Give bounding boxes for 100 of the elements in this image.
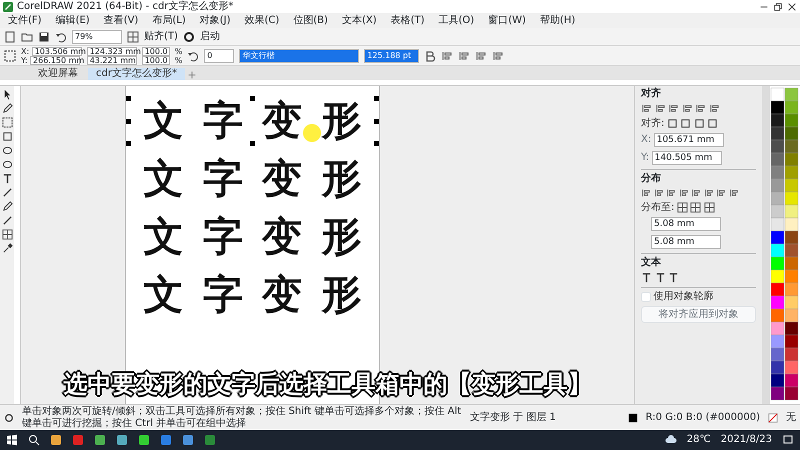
no-outline-icon: [768, 412, 778, 422]
menu-item[interactable]: 工具(O): [438, 16, 474, 26]
checkbox-label: 使用对象轮廓: [654, 292, 714, 302]
distribute-icon[interactable]: [654, 188, 664, 198]
taskbar-app-icon[interactable]: [138, 434, 150, 446]
align-icon[interactable]: [641, 103, 652, 114]
align-icon[interactable]: [458, 50, 470, 62]
align-icon[interactable]: [682, 103, 692, 114]
start-icon[interactable]: [6, 434, 18, 446]
align-icon[interactable]: [441, 50, 454, 62]
position-field[interactable]: 140.505 mm: [652, 151, 722, 165]
ellipse-icon[interactable]: [2, 159, 12, 170]
notification-icon[interactable]: [782, 434, 794, 446]
distribute-icon[interactable]: [691, 188, 701, 198]
text-tool-icon[interactable]: [2, 173, 12, 184]
line-icon[interactable]: [2, 187, 12, 198]
spacing-icon[interactable]: [690, 202, 702, 213]
menu-item[interactable]: 文本(X): [342, 16, 377, 26]
selection-handle[interactable]: [374, 118, 379, 124]
menu-item[interactable]: 布局(L): [152, 16, 186, 26]
document-tab[interactable]: cdr文字怎么变形*: [88, 68, 185, 80]
unit-label: %: [174, 46, 182, 56]
brush-character: 文: [144, 96, 184, 146]
grid-icon[interactable]: [2, 229, 12, 240]
taskbar-app-icon[interactable]: [72, 434, 84, 446]
font-size-field[interactable]: 125.188 pt: [364, 48, 420, 62]
color-palette-drawing[interactable]: [770, 86, 800, 402]
taskbar-app-icon[interactable]: [50, 434, 62, 446]
align-icon[interactable]: [668, 103, 679, 114]
selection-handle[interactable]: [126, 118, 131, 124]
snap-menu[interactable]: 贴齐(T): [144, 32, 178, 42]
position-field[interactable]: 105.671 mm: [654, 133, 724, 147]
taskbar-app-icon[interactable]: [160, 434, 172, 446]
add-tab-icon[interactable]: [186, 70, 197, 80]
menu-item[interactable]: 文件(F): [8, 16, 42, 26]
pen-icon[interactable]: [2, 201, 12, 212]
menu-item[interactable]: 帮助(H): [540, 16, 576, 26]
taskbar-app-icon[interactable]: [116, 434, 128, 446]
distribute-icon[interactable]: [641, 188, 651, 198]
shape-icon[interactable]: [2, 103, 12, 114]
restore-icon[interactable]: [773, 2, 783, 12]
section-heading: 文本: [641, 258, 662, 268]
date-text: 2021/8/23: [720, 435, 772, 445]
selection-handle[interactable]: [126, 96, 131, 101]
rectangle-icon[interactable]: [2, 131, 12, 142]
close-icon[interactable]: [787, 2, 797, 12]
menu-item[interactable]: 查看(V): [104, 16, 138, 26]
align-icon[interactable]: [492, 50, 504, 62]
spacing-icon[interactable]: [704, 202, 715, 213]
distribute-icon[interactable]: [678, 188, 688, 198]
menu-item[interactable]: 位图(B): [293, 16, 328, 26]
taskbar-app-icon[interactable]: [94, 434, 106, 446]
menu-item[interactable]: 窗口(W): [488, 16, 526, 26]
selection-handle[interactable]: [126, 141, 131, 146]
distribute-icon[interactable]: [728, 188, 738, 198]
rotation-field[interactable]: 0: [204, 48, 234, 62]
search-icon[interactable]: [28, 434, 40, 446]
spacing-field[interactable]: 5.08 mm: [651, 235, 721, 249]
selection-handle[interactable]: [250, 96, 255, 101]
align-icon[interactable]: [654, 103, 666, 114]
distribute-icon[interactable]: [716, 188, 726, 198]
menu-item[interactable]: 表格(T): [390, 16, 425, 26]
brush-character: 变: [262, 270, 302, 320]
selection-handle[interactable]: [374, 96, 379, 101]
spacing-field[interactable]: 5.08 mm: [651, 217, 721, 231]
rotate-icon: [187, 50, 200, 62]
bold-icon[interactable]: [424, 50, 436, 62]
checkbox[interactable]: [641, 292, 651, 302]
brush-character: 文: [144, 154, 184, 204]
align-icon[interactable]: [708, 103, 720, 114]
apply-button[interactable]: 将对齐应用到对象: [641, 306, 756, 323]
spacing-icon[interactable]: [676, 202, 688, 213]
taskbar-app-icon[interactable]: [204, 434, 216, 446]
distribute-icon[interactable]: [704, 188, 714, 198]
save-icon[interactable]: [38, 30, 50, 42]
layer-info: 文字变形 于 图层 1: [470, 412, 556, 424]
grid-icon[interactable]: [127, 30, 139, 42]
font-field[interactable]: 华文行楷: [239, 48, 360, 62]
undo-icon[interactable]: [55, 30, 67, 42]
outline-info: 无: [786, 412, 796, 424]
menu-item[interactable]: 编辑(E): [56, 16, 90, 26]
taskbar-app-icon[interactable]: [182, 434, 194, 446]
align-icon[interactable]: [695, 103, 706, 114]
selection-handle[interactable]: [374, 141, 379, 146]
brush-character: 形: [321, 270, 362, 320]
zoom-field[interactable]: 79%: [72, 30, 122, 44]
launch-menu[interactable]: 启动: [200, 32, 220, 42]
menu-item[interactable]: 效果(C): [244, 16, 280, 26]
distribute-icon[interactable]: [666, 188, 676, 198]
align-icon[interactable]: [475, 50, 488, 62]
settings-icon[interactable]: [182, 30, 195, 42]
menu-item[interactable]: 对象(J): [200, 16, 230, 26]
open-folder-icon[interactable]: [21, 30, 33, 42]
line-icon[interactable]: [2, 215, 12, 226]
new-document-icon[interactable]: [4, 30, 16, 42]
scale-field[interactable]: 100.0: [142, 46, 170, 56]
selection-handle[interactable]: [250, 141, 255, 146]
eyedropper-icon[interactable]: [2, 243, 12, 254]
ellipse-icon[interactable]: [2, 145, 12, 156]
cloud-icon: [664, 434, 677, 446]
